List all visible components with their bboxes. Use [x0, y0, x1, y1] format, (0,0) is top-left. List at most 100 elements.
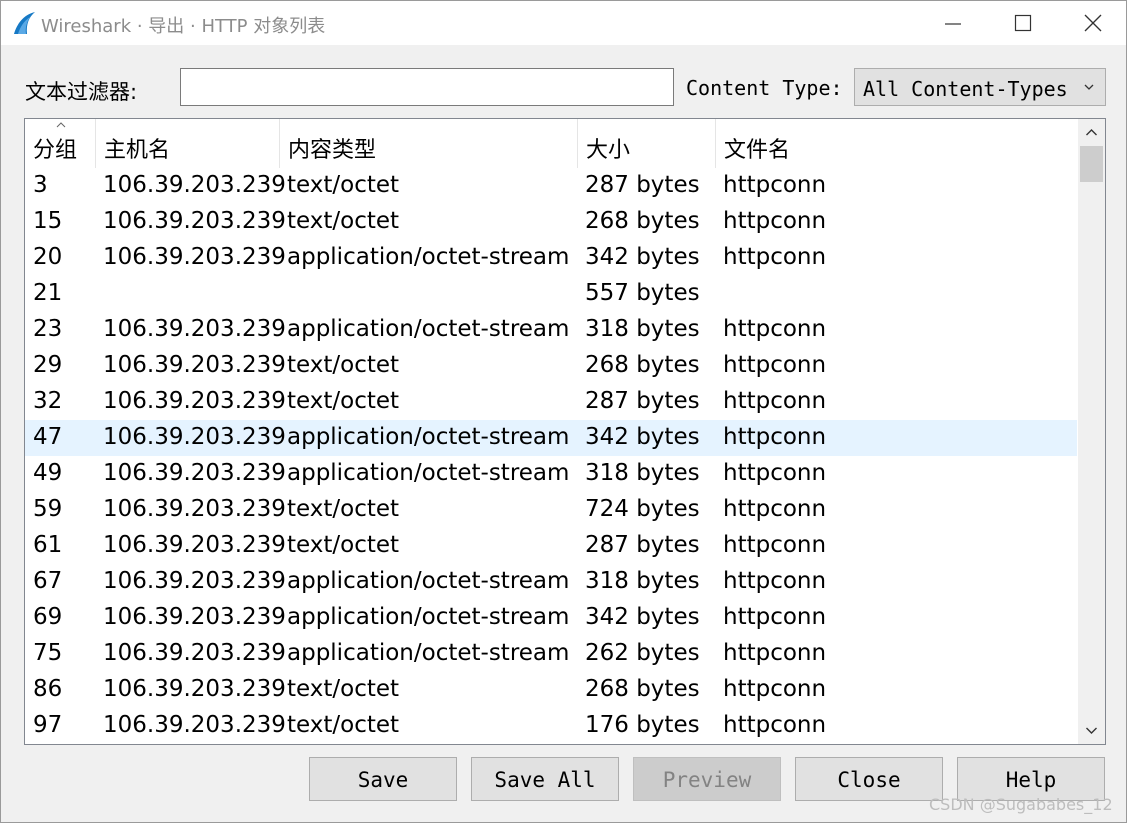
- column-header-filename[interactable]: 文件名: [716, 119, 1077, 168]
- cell-size: 342 bytes: [585, 604, 700, 630]
- cell-content-type: text/octet: [287, 172, 400, 198]
- minimize-icon: [945, 23, 961, 25]
- content-type-select[interactable]: All Content-Types: [854, 68, 1106, 106]
- cell-size: 287 bytes: [585, 172, 700, 198]
- scrollbar-thumb[interactable]: [1080, 146, 1103, 182]
- table-row[interactable]: 15 106.39.203.239 text/octet 268 bytes httpc…: [25, 204, 1077, 240]
- cell-hostname: 106.39.203.239: [103, 676, 286, 702]
- close-button[interactable]: Close: [795, 757, 943, 801]
- export-http-objects-dialog: Wireshark · 导出 · HTTP 对象列表 文本过滤器: Conten…: [0, 0, 1127, 823]
- cell-content-type: text/octet: [287, 208, 400, 234]
- column-header-label: 文件名: [724, 138, 791, 163]
- table-row[interactable]: 59 106.39.203.239 text/octet 724 bytes httpc…: [25, 492, 1077, 528]
- vertical-scrollbar[interactable]: [1078, 119, 1105, 744]
- save-button[interactable]: Save: [309, 757, 457, 801]
- close-window-button[interactable]: [1058, 1, 1127, 45]
- table-row[interactable]: 47 106.39.203.239 application/octet-stream…: [25, 420, 1077, 456]
- cell-packet-number: 97: [33, 712, 63, 738]
- cell-content-type: text/octet: [287, 388, 400, 414]
- cell-content-type: application/octet-stream: [287, 640, 570, 666]
- cell-hostname: 106.39.203.239: [103, 244, 286, 270]
- table-row[interactable]: 20 106.39.203.239 application/octet-stream…: [25, 240, 1077, 276]
- http-objects-table: 分组 主机名 内容类型 大小 文件名 3 106.39.203.239 text/o…: [24, 118, 1106, 745]
- wireshark-fin-icon: [11, 10, 37, 36]
- window-title: Wireshark · 导出 · HTTP 对象列表: [41, 16, 326, 37]
- scroll-up-button[interactable]: [1078, 119, 1105, 146]
- table-row[interactable]: 49 106.39.203.239 application/octet-stream…: [25, 456, 1077, 492]
- cell-size: 268 bytes: [585, 676, 700, 702]
- table-row[interactable]: 23 106.39.203.239 application/octet-stream…: [25, 312, 1077, 348]
- table-row[interactable]: 86 106.39.203.239 text/octet 268 bytes httpc…: [25, 672, 1077, 708]
- table-row[interactable]: 75 106.39.203.239 application/octet-stream…: [25, 636, 1077, 672]
- text-filter-label: 文本过滤器:: [25, 80, 138, 104]
- cell-hostname: 106.39.203.239: [103, 532, 286, 558]
- cell-hostname: 106.39.203.239: [103, 604, 286, 630]
- table-row[interactable]: 97 106.39.203.239 text/octet 176 bytes httpc…: [25, 708, 1077, 744]
- table-row[interactable]: 32 106.39.203.239 text/octet 287 bytes httpc…: [25, 384, 1077, 420]
- save-all-button[interactable]: Save All: [471, 757, 619, 801]
- cell-size: 318 bytes: [585, 316, 700, 342]
- cell-packet-number: 32: [33, 388, 63, 414]
- cell-filename: httpconn: [723, 172, 827, 198]
- column-header-label: 大小: [586, 138, 631, 163]
- cell-hostname: 106.39.203.239: [103, 388, 286, 414]
- table-row[interactable]: 21 557 bytes: [25, 276, 1077, 312]
- cell-content-type: text/octet: [287, 532, 400, 558]
- content-type-label: Content Type:: [686, 76, 843, 100]
- cell-hostname: 106.39.203.239: [103, 316, 286, 342]
- preview-button[interactable]: Preview: [633, 757, 781, 801]
- column-header-hostname[interactable]: 主机名: [96, 119, 280, 168]
- cell-packet-number: 29: [33, 352, 63, 378]
- scroll-down-button[interactable]: [1078, 717, 1105, 744]
- cell-packet-number: 23: [33, 316, 63, 342]
- cell-size: 557 bytes: [585, 280, 700, 306]
- cell-hostname: 106.39.203.239: [103, 424, 286, 450]
- cell-content-type: text/octet: [287, 352, 400, 378]
- maximize-icon: [1014, 14, 1032, 32]
- table-row[interactable]: 61 106.39.203.239 text/octet 287 bytes httpc…: [25, 528, 1077, 564]
- close-icon: [1084, 14, 1102, 32]
- cell-size: 287 bytes: [585, 532, 700, 558]
- column-header-label: 主机名: [104, 138, 171, 163]
- cell-filename: httpconn: [723, 640, 827, 666]
- cell-filename: httpconn: [723, 460, 827, 486]
- cell-packet-number: 67: [33, 568, 63, 594]
- cell-content-type: application/octet-stream: [287, 424, 570, 450]
- cell-content-type: text/octet: [287, 712, 400, 738]
- cell-size: 176 bytes: [585, 712, 700, 738]
- maximize-button[interactable]: [988, 1, 1058, 45]
- cell-hostname: 106.39.203.239: [103, 208, 286, 234]
- cell-filename: httpconn: [723, 388, 827, 414]
- chevron-up-icon: [1086, 129, 1097, 136]
- cell-packet-number: 3: [33, 172, 48, 198]
- cell-packet-number: 47: [33, 424, 63, 450]
- cell-content-type: application/octet-stream: [287, 460, 570, 486]
- column-header-label: 内容类型: [288, 138, 377, 163]
- table-row[interactable]: 3 106.39.203.239 text/octet 287 bytes httpco…: [25, 168, 1077, 204]
- cell-packet-number: 69: [33, 604, 63, 630]
- cell-size: 287 bytes: [585, 388, 700, 414]
- cell-packet-number: 20: [33, 244, 63, 270]
- cell-filename: httpconn: [723, 244, 827, 270]
- column-header-size[interactable]: 大小: [578, 119, 716, 168]
- cell-filename: httpconn: [723, 712, 827, 738]
- column-header-packet[interactable]: 分组: [25, 119, 96, 168]
- table-row[interactable]: 29 106.39.203.239 text/octet 268 bytes httpc…: [25, 348, 1077, 384]
- cell-filename: httpconn: [723, 496, 827, 522]
- cell-filename: httpconn: [723, 604, 827, 630]
- table-row[interactable]: 69 106.39.203.239 application/octet-stream…: [25, 600, 1077, 636]
- cell-size: 342 bytes: [585, 424, 700, 450]
- cell-size: 342 bytes: [585, 244, 700, 270]
- cell-hostname: 106.39.203.239: [103, 352, 286, 378]
- content-type-value: All Content-Types: [863, 77, 1068, 101]
- cell-filename: httpconn: [723, 568, 827, 594]
- table-row[interactable]: 67 106.39.203.239 application/octet-stream…: [25, 564, 1077, 600]
- minimize-button[interactable]: [918, 1, 988, 45]
- cell-content-type: application/octet-stream: [287, 244, 570, 270]
- cell-filename: httpconn: [723, 208, 827, 234]
- cell-size: 318 bytes: [585, 568, 700, 594]
- text-filter-input[interactable]: [180, 68, 674, 106]
- column-header-content-type[interactable]: 内容类型: [280, 119, 578, 168]
- table-header: 分组 主机名 内容类型 大小 文件名: [25, 119, 1077, 168]
- watermark: CSDN @Sugababes_12: [929, 795, 1113, 814]
